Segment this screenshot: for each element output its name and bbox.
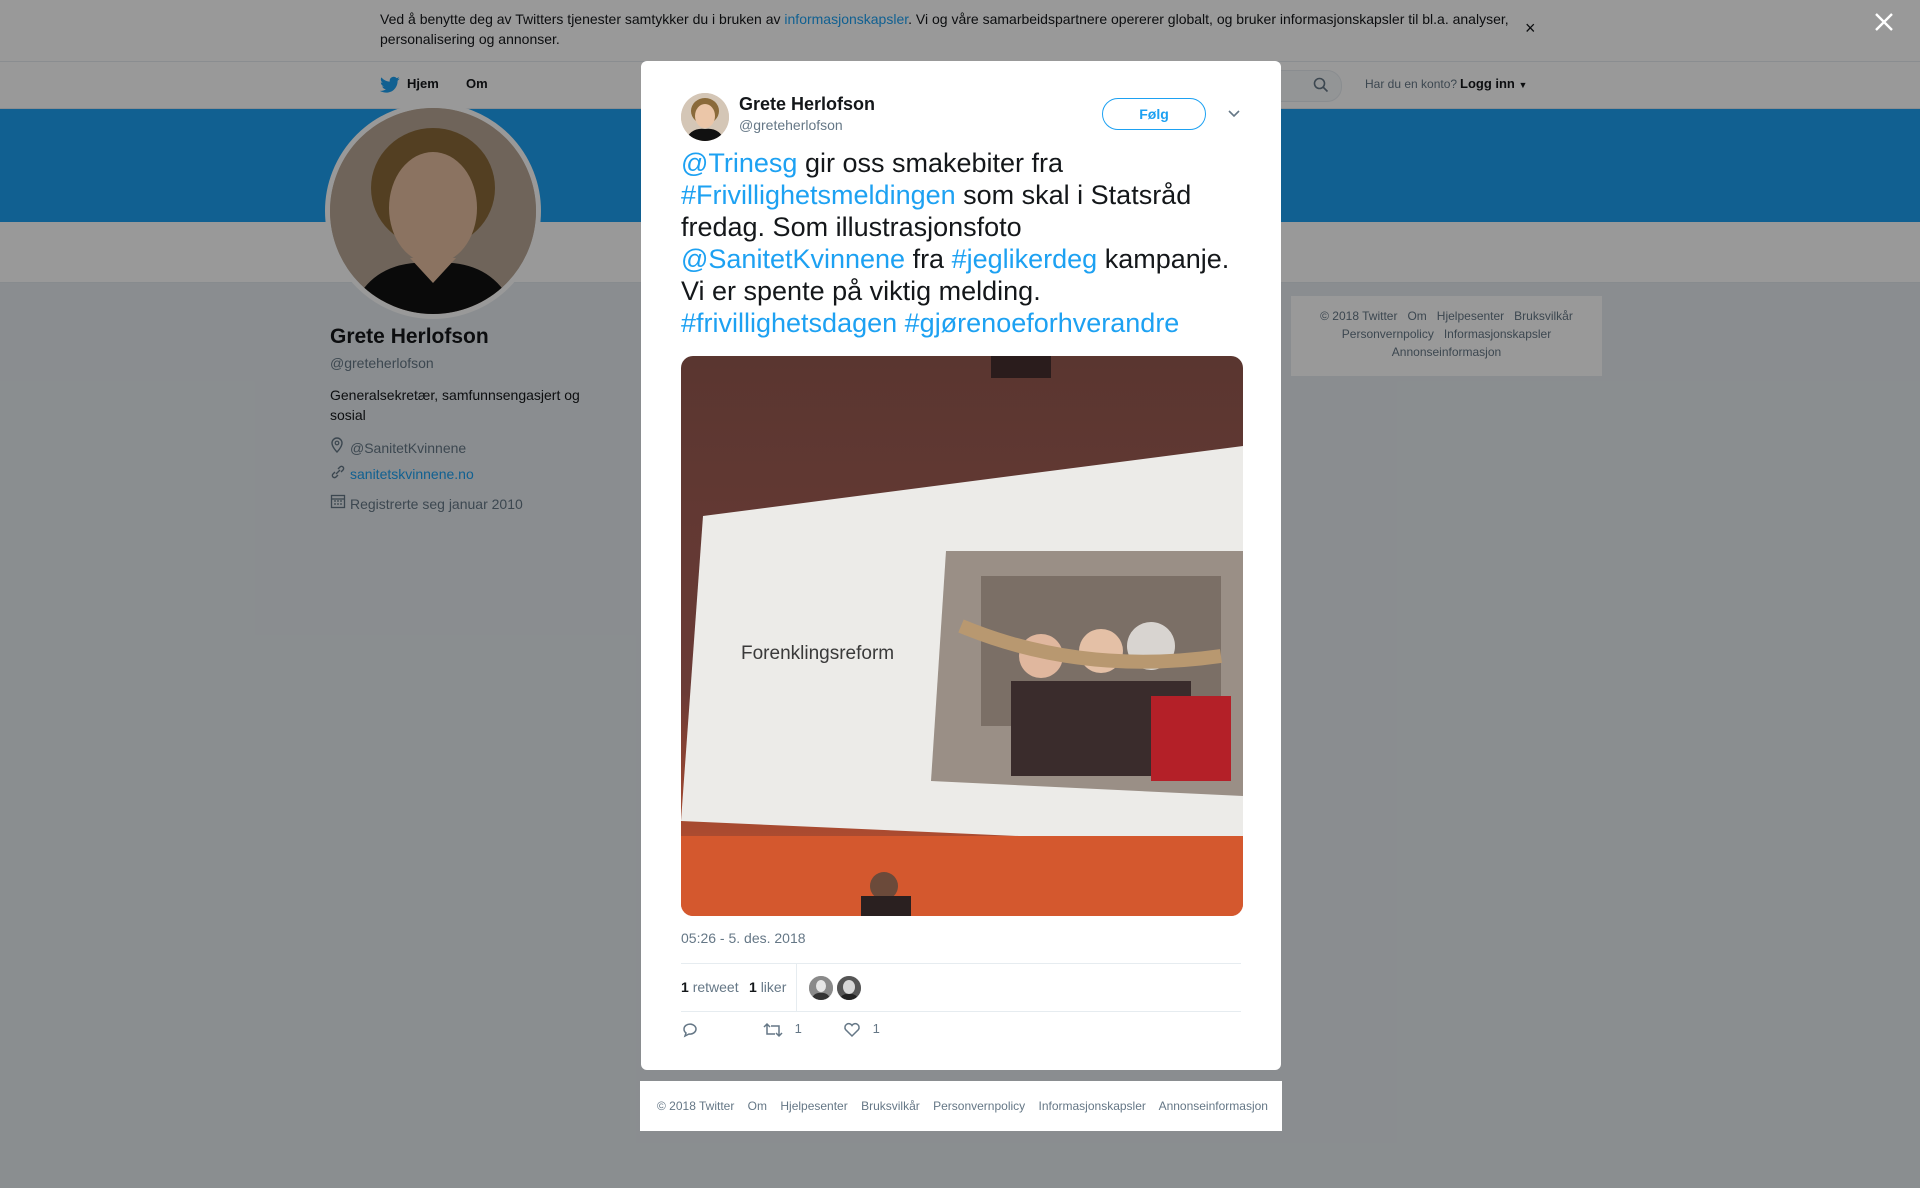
reply-icon	[683, 1022, 697, 1038]
retweet-action-count: 1	[794, 1021, 802, 1036]
hashtag-link[interactable]: #frivillighetsdagen	[681, 308, 897, 338]
like-count: 1	[749, 979, 757, 995]
tweet-timestamp[interactable]: 05:26 - 5. des. 2018	[681, 930, 806, 946]
follow-button[interactable]: Følg	[1102, 98, 1206, 130]
retweet-button[interactable]: 1	[763, 1021, 802, 1038]
footer-about[interactable]: Om	[748, 1099, 767, 1113]
chevron-down-icon[interactable]	[1227, 109, 1241, 119]
tweet-text-segment	[897, 308, 905, 338]
tweet-stats: 1 retweet 1 liker	[681, 963, 1241, 1012]
tweet-text: @Trinesg gir oss smakebiter fra #Frivill…	[681, 147, 1241, 339]
footer-cookies[interactable]: Informasjonskapsler	[1039, 1099, 1146, 1113]
modal-footer: © 2018 Twitter Om Hjelpesenter Bruksvilk…	[640, 1081, 1282, 1131]
like-button[interactable]: 1	[843, 1021, 880, 1038]
footer-terms[interactable]: Bruksvilkår	[861, 1099, 920, 1113]
retweet-stat[interactable]: 1 retweet	[681, 979, 739, 995]
liker-avatar[interactable]	[836, 975, 862, 1001]
tweet-modal: Grete Herlofson @greteherlofson Følg @Tr…	[641, 61, 1281, 1070]
stats-divider	[796, 964, 797, 1011]
like-action-count: 1	[872, 1021, 880, 1036]
retweet-count: 1	[681, 979, 689, 995]
footer-ads[interactable]: Annonseinformasjon	[1159, 1099, 1268, 1113]
footer-copyright: © 2018 Twitter	[657, 1099, 735, 1113]
close-icon	[1875, 13, 1893, 31]
liker-avatar[interactable]	[808, 975, 834, 1001]
reply-button[interactable]	[681, 1021, 699, 1038]
tweet-media-photo[interactable]: Forenklingsreform	[681, 356, 1243, 916]
footer-privacy[interactable]: Personvernpolicy	[933, 1099, 1025, 1113]
hashtag-link[interactable]: #jeglikerdeg	[952, 244, 1098, 274]
tweet-actions: 1 1	[681, 1021, 1241, 1051]
tweet-author-name[interactable]: Grete Herlofson	[739, 94, 875, 115]
retweet-icon	[763, 1022, 783, 1037]
retweet-label: retweet	[692, 979, 739, 995]
media-caption: Forenklingsreform	[741, 643, 894, 664]
tweet-text-segment: fra	[905, 244, 952, 274]
heart-icon	[844, 1022, 860, 1037]
hashtag-link[interactable]: #gjørenoeforhverandre	[905, 308, 1180, 338]
tweet-author-avatar[interactable]	[681, 93, 729, 141]
close-modal-button[interactable]	[1873, 10, 1895, 38]
like-label: liker	[760, 979, 787, 995]
tweet-author-handle[interactable]: @greteherlofson	[739, 117, 843, 133]
tweet-text-segment: gir oss smakebiter fra	[797, 148, 1064, 178]
like-stat[interactable]: 1 liker	[749, 979, 786, 995]
mention-link[interactable]: @SanitetKvinnene	[681, 244, 905, 274]
footer-help[interactable]: Hjelpesenter	[780, 1099, 847, 1113]
hashtag-link[interactable]: #Frivillighetsmeldingen	[681, 180, 956, 210]
mention-link[interactable]: @Trinesg	[681, 148, 797, 178]
